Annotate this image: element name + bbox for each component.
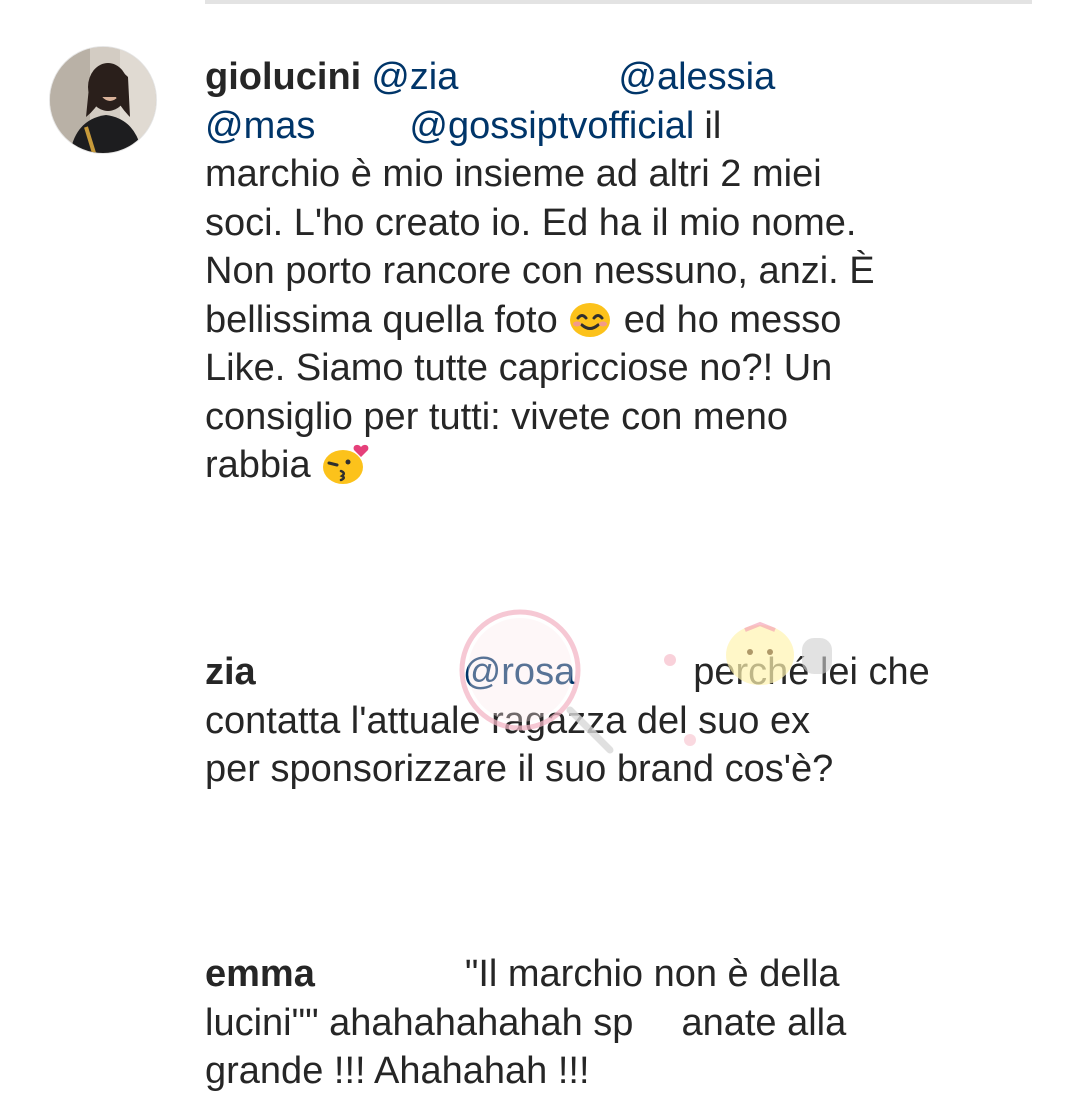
mention-link[interactable]: @zia [371, 56, 458, 98]
comment-text: contatta l'attuale ragazza del suo ex [205, 699, 811, 742]
comment-text: ed ho messo [623, 298, 842, 341]
comment-username[interactable]: emma [205, 953, 315, 995]
avatar[interactable] [49, 46, 157, 154]
comment-text: Like. Siamo tutte capricciose no?! Un [205, 347, 833, 389]
mention-link[interactable]: @mas [205, 105, 315, 147]
smiling-face-icon [568, 298, 614, 338]
comment-text: Non porto rancore con nessuno, anzi. È [205, 250, 875, 292]
comment-text: "Il marchio non è della [464, 953, 840, 995]
comment-username[interactable]: giolucini [205, 56, 361, 98]
comment-text: il [704, 104, 722, 147]
mention-link[interactable]: @gossiptvofficial [409, 105, 694, 147]
comment-text: rabbia [205, 444, 311, 486]
mention-link[interactable]: @rosa [463, 651, 576, 693]
comment-text: soci. L'ho creato io. Ed ha il mio nome. [205, 201, 857, 244]
comment-giolucini: giolucini @zia @alessia @mas @gossiptvoffic… [205, 53, 945, 490]
comment-username[interactable]: zia [205, 651, 256, 693]
comment-zia: zia @rosa perché lei che contatta l'attual… [205, 648, 945, 794]
comment-emma: emma "Il marchio non è della lucini"" aha… [205, 950, 945, 1096]
comment-text: grande !!! Ahahahah !!! [205, 1050, 590, 1092]
comment-text: marchio è mio insieme ad altri 2 miei [205, 153, 822, 195]
kissing-face-icon [321, 443, 369, 484]
profile-photo-icon [50, 47, 156, 153]
comment-text: consiglio per tutti: vivete con meno [205, 395, 788, 438]
comment-text: per sponsorizzare il suo brand cos'è? [205, 748, 834, 790]
mention-link[interactable]: @alessia [618, 56, 775, 98]
comment-text: lucini"" ahahahahahah sp [205, 1001, 634, 1044]
top-divider [205, 0, 1032, 4]
comment-text: perché lei che [693, 651, 930, 693]
comment-text: bellissima quella foto [205, 298, 558, 341]
comment-text: anate alla [681, 1001, 847, 1044]
